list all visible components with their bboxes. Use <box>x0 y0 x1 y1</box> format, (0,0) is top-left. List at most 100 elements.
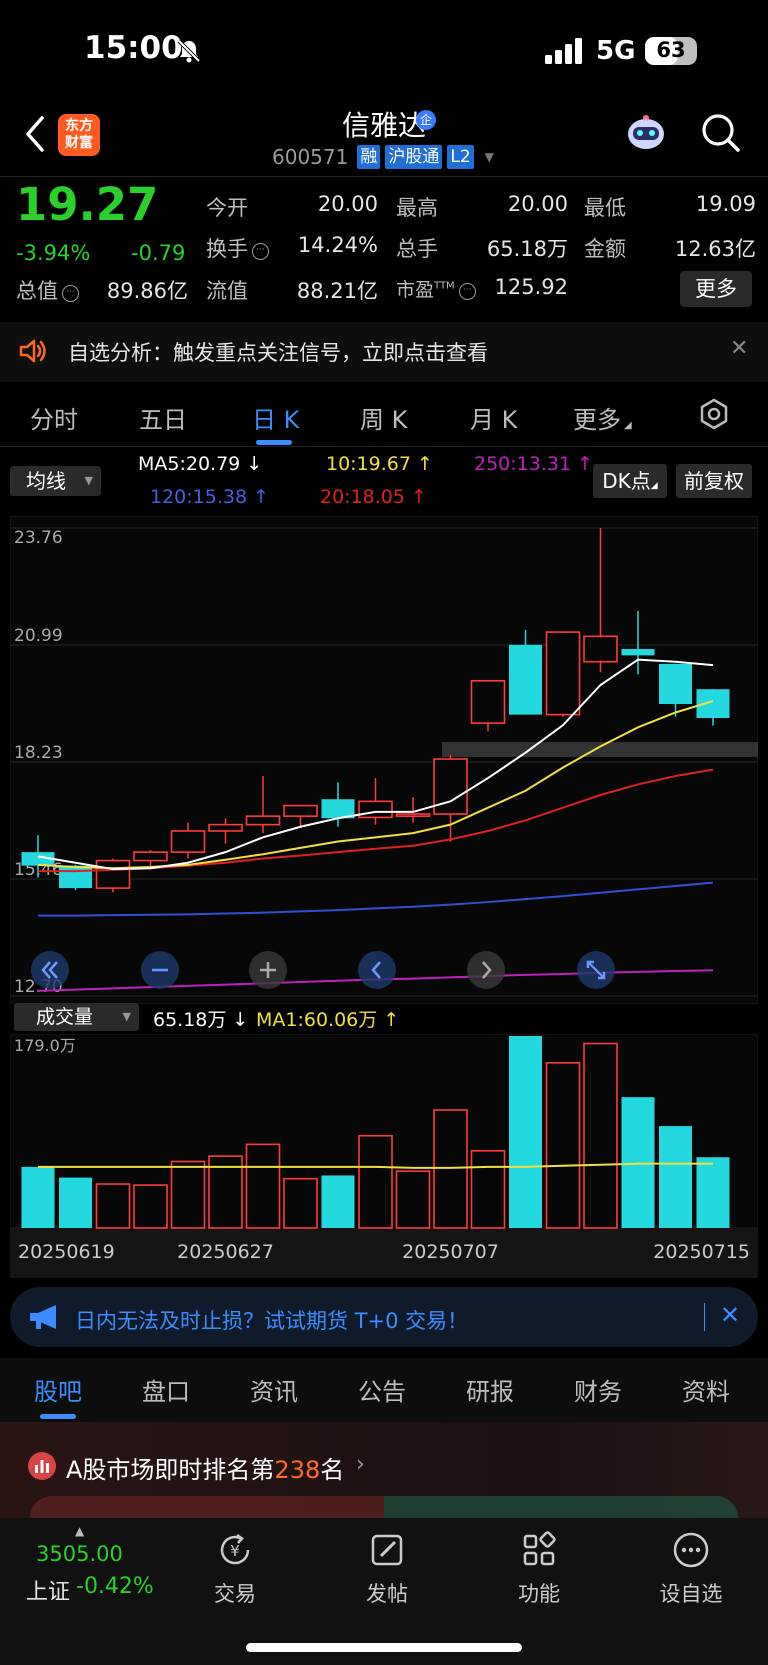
chevron-right-icon: › <box>356 1452 365 1477</box>
nav-add-watchlist[interactable]: 设自选 <box>646 1530 736 1608</box>
gear-icon[interactable] <box>698 398 730 430</box>
adjust-price-button[interactable]: 前复权 <box>676 464 752 498</box>
chart-period-tabs: 分时 五日 日 K 周 K 月 K 更多 ◢ <box>0 386 768 446</box>
kline-plot-bg <box>10 516 758 1004</box>
indicator-select[interactable]: 均线 ▼ <box>10 466 101 496</box>
tab-intraday[interactable]: 分时 <box>30 400 78 435</box>
index-change: -0.42% <box>76 1574 154 1599</box>
candle-body <box>583 635 618 663</box>
nav-post-label: 发帖 <box>366 1582 408 1606</box>
volume-bar <box>245 1143 281 1229</box>
mute-bell-icon <box>177 39 201 63</box>
fullscreen-icon[interactable] <box>576 950 616 990</box>
total-mv-label-wrap[interactable]: 总值 ··· <box>16 275 79 305</box>
search-icon[interactable] <box>700 112 742 154</box>
index-ticker[interactable]: ▲ 3505.00 上证 -0.42% <box>0 1518 180 1618</box>
zoom-in-icon[interactable] <box>248 950 288 990</box>
nav-post[interactable]: 发帖 <box>342 1530 432 1608</box>
change-percent: -3.94% <box>16 241 91 265</box>
amount-value: 12.63亿 <box>674 237 756 261</box>
tab-financials[interactable]: 财务 <box>574 1372 622 1407</box>
ma120-value: 120:15.38 ↑ <box>150 486 270 508</box>
dk-signal-label: DK点 <box>602 469 651 493</box>
pe-value: 125.92 <box>494 275 568 299</box>
zoom-out-icon[interactable] <box>140 950 180 990</box>
caret-down-icon: ▼ <box>484 150 494 164</box>
market-rank-bar[interactable]: A股市场即时排名第238名 › <box>0 1422 768 1518</box>
caret-up-icon: ▲ <box>75 1524 85 1538</box>
notice-text: 自选分析：触发重点关注信号，立即点击查看 <box>68 341 488 365</box>
rank-suffix: 名 <box>320 1456 345 1484</box>
nav-functions[interactable]: 功能 <box>494 1530 584 1608</box>
nav-trade[interactable]: ¥ 交易 <box>190 1530 280 1608</box>
tab-active-indicator <box>40 1414 76 1419</box>
volume-ma: MA1:60.06万 ↑ <box>256 1009 400 1031</box>
tab-announcements[interactable]: 公告 <box>358 1372 406 1407</box>
tab-profile[interactable]: 资料 <box>682 1372 730 1407</box>
candle-body <box>470 679 506 724</box>
tab-five-day[interactable]: 五日 <box>139 400 187 435</box>
tab-orderbook[interactable]: 盘口 <box>142 1372 190 1407</box>
kline-chart[interactable]: 23.7620.9918.2315.4612.70 <box>10 516 758 1004</box>
tab-news[interactable]: 资讯 <box>250 1372 298 1407</box>
current-price: 19.27 <box>16 178 159 231</box>
candle-body <box>133 851 168 862</box>
volume-bar <box>21 1166 55 1228</box>
volume-indicator-select[interactable]: 成交量 ▼ <box>14 1003 139 1031</box>
candle-body <box>95 859 131 889</box>
dk-signal-button[interactable]: DK点◢ <box>593 464 667 498</box>
candle-body <box>659 663 692 705</box>
chevron-right-icon[interactable] <box>466 950 506 990</box>
ma5-value: MA5:20.79 ↓ <box>138 453 263 475</box>
volume-bar <box>583 1042 618 1229</box>
edit-icon <box>371 1534 403 1566</box>
volume-chart[interactable]: 179.0万 20250619 20250627 20250707 20250715 <box>10 1034 758 1278</box>
volume-bar <box>696 1157 730 1228</box>
volume-label: 总手 <box>396 237 438 261</box>
chevron-left-icon[interactable] <box>357 950 397 990</box>
robot-assistant-icon[interactable] <box>624 112 668 154</box>
notice-bar[interactable]: 自选分析：触发重点关注信号，立即点击查看 ✕ <box>0 322 768 382</box>
close-icon[interactable]: ✕ <box>720 1301 740 1329</box>
tag-level2: L2 <box>447 145 474 169</box>
ma10-value: 10:19.67 ↑ <box>326 453 433 475</box>
more-icon <box>673 1532 709 1568</box>
pe-label-wrap[interactable]: 市盈TTM ··· <box>396 275 476 302</box>
nav-functions-label: 功能 <box>518 1582 560 1606</box>
grid-icon <box>523 1531 556 1566</box>
tab-research[interactable]: 研报 <box>466 1372 514 1407</box>
tab-weekly-k[interactable]: 周 K <box>360 400 407 435</box>
turnover-label-wrap[interactable]: 换手 ··· <box>206 233 269 263</box>
index-value: 3505.00 <box>36 1542 123 1566</box>
tab-forum[interactable]: 股吧 <box>34 1372 82 1407</box>
more-quote-button[interactable]: 更多 <box>680 271 752 307</box>
volume-bar <box>170 1160 206 1229</box>
high-value: 20.00 <box>507 192 568 216</box>
enterprise-badge: 企 <box>416 110 436 130</box>
volume-bar <box>358 1134 393 1229</box>
total-mv-value: 89.86亿 <box>106 279 188 303</box>
rank-prefix: A股市场即时排名第 <box>66 1456 275 1484</box>
banner-divider <box>704 1303 705 1331</box>
volume-bar <box>621 1097 655 1228</box>
stock-code-row[interactable]: 600571 融 沪股通 L2 ▼ <box>272 144 494 170</box>
tab-more[interactable]: 更多 ◢ <box>573 400 632 435</box>
section-tabs: 股吧 盘口 资讯 公告 研报 财务 资料 <box>0 1358 768 1422</box>
tag-connect: 沪股通 <box>385 145 443 169</box>
yuan-icon: ¥ <box>220 1533 250 1565</box>
stock-code: 600571 <box>272 145 349 169</box>
bar-chart-icon <box>35 1460 49 1473</box>
turnover-value: 14.24% <box>297 233 378 257</box>
volume-bar <box>395 1170 431 1229</box>
tab-daily-k[interactable]: 日 K <box>252 400 299 435</box>
close-icon[interactable]: ✕ <box>730 336 748 361</box>
candle-body <box>170 830 206 853</box>
volume-bar <box>133 1184 168 1229</box>
turnover-label: 换手 <box>206 237 248 261</box>
futures-promo-banner[interactable]: 日内无法及时止损？试试期货 T+0 交易！ ✕ <box>10 1287 758 1347</box>
tab-monthly-k[interactable]: 月 K <box>470 400 517 435</box>
indicator-select-label: 均线 <box>26 469 66 493</box>
rewind-icon[interactable] <box>30 950 70 990</box>
amount-label: 金额 <box>584 237 626 261</box>
open-value: 20.00 <box>317 192 378 216</box>
